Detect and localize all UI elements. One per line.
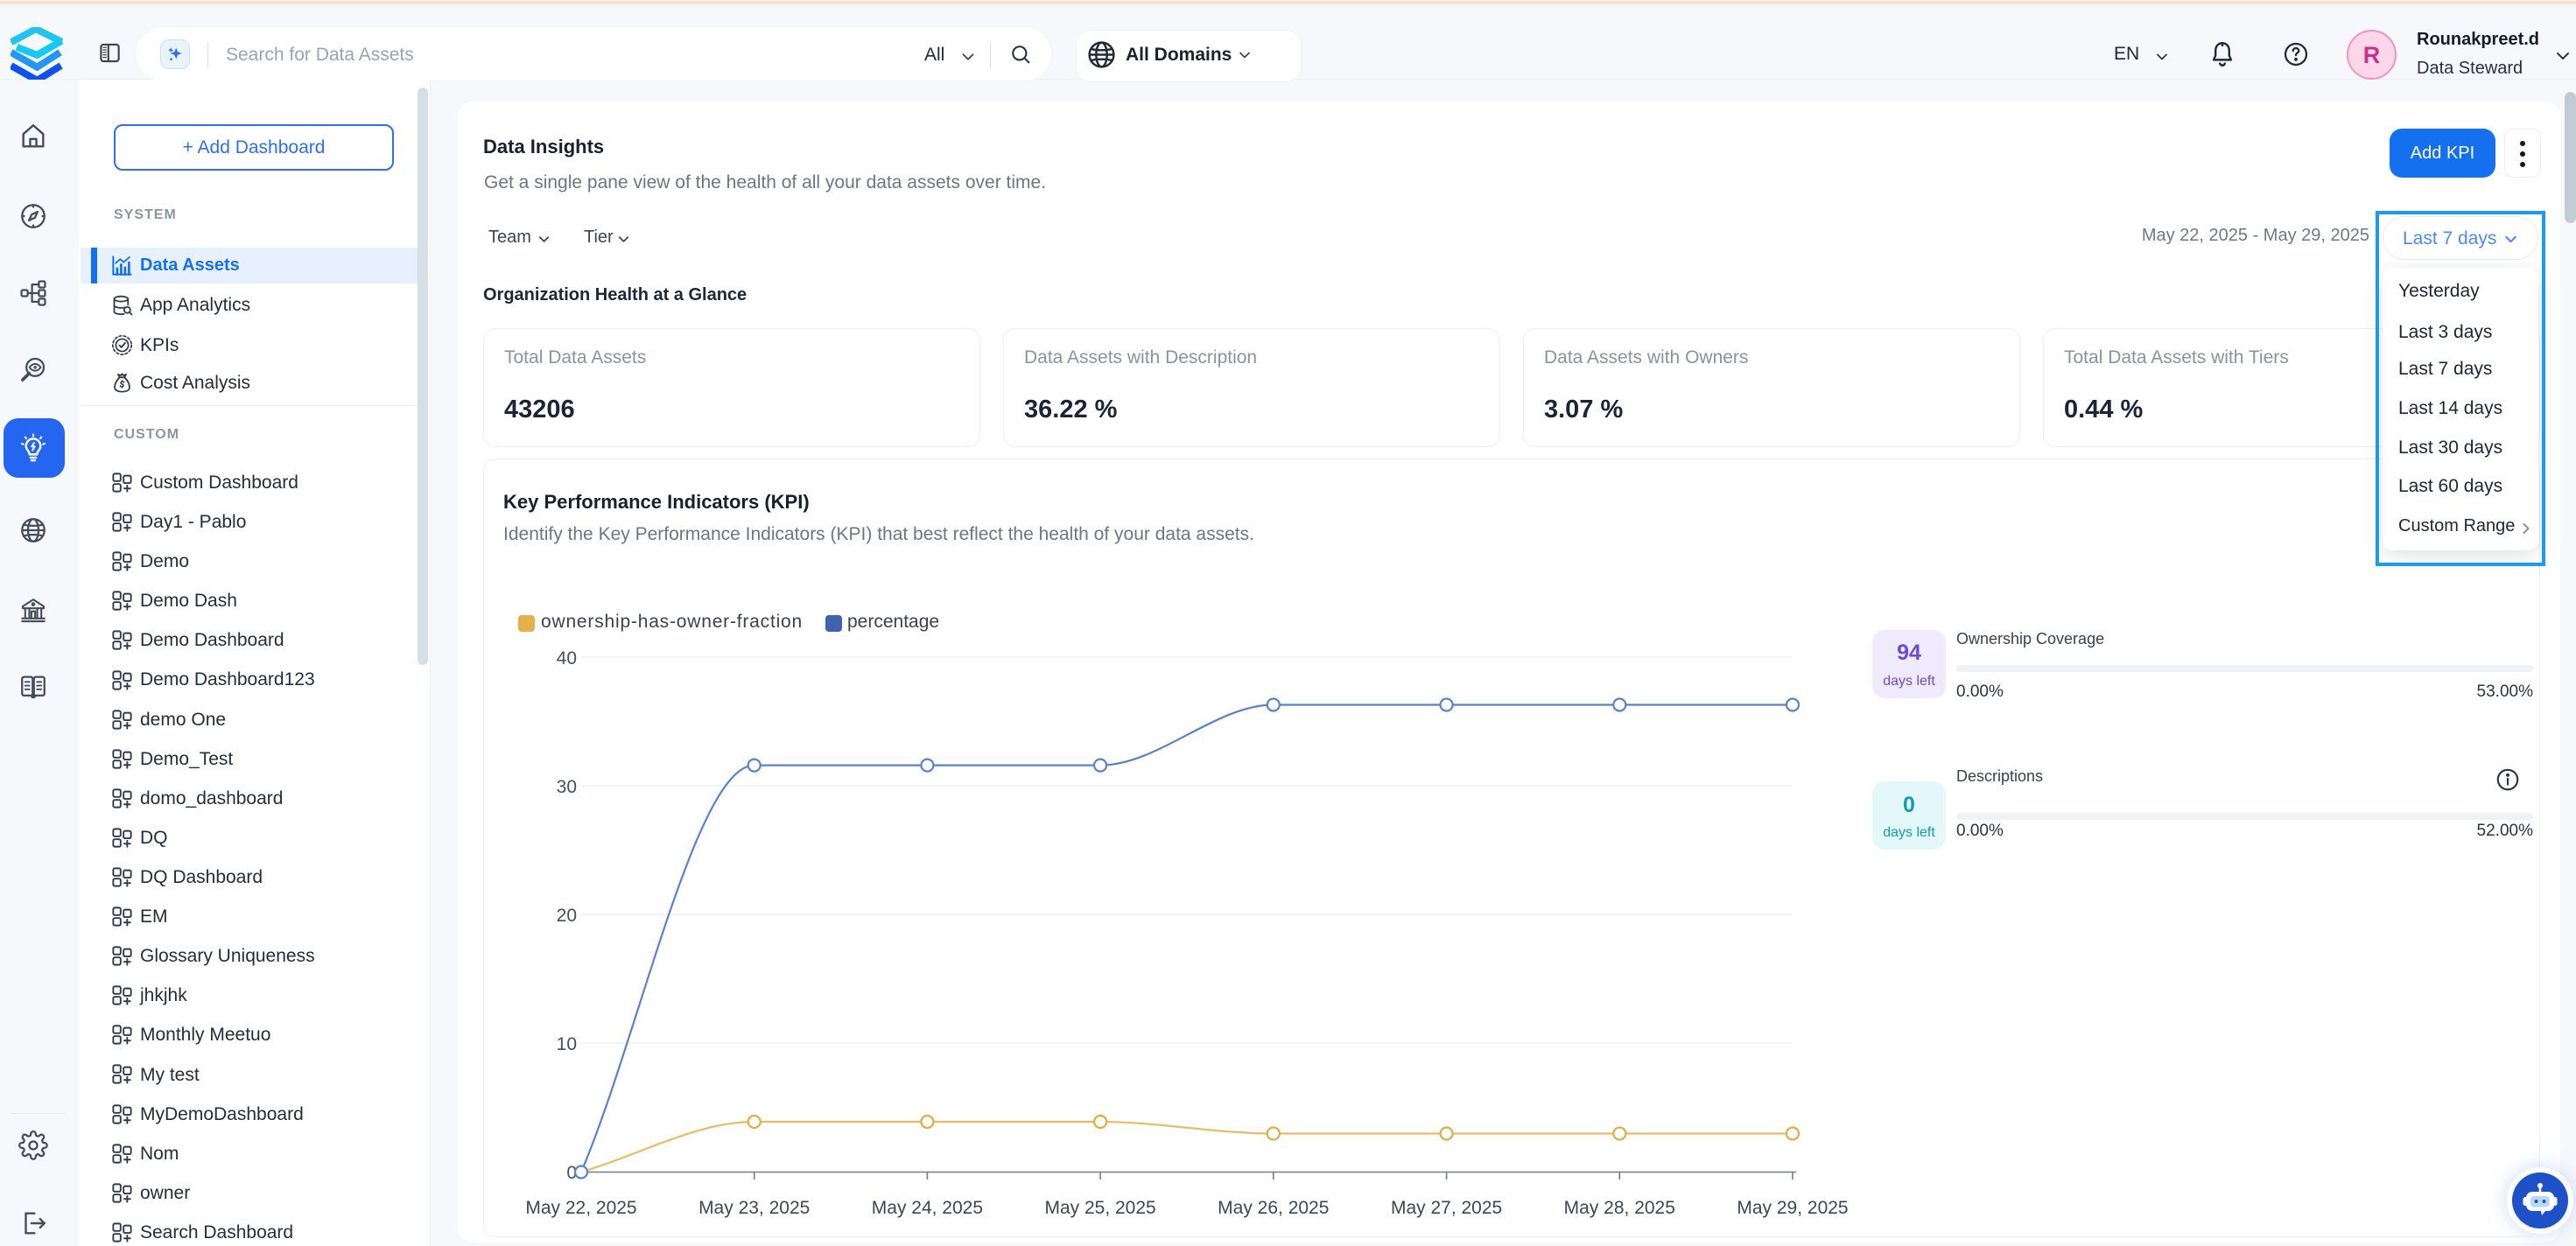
svg-text:May 22, 2025: May 22, 2025 <box>525 1198 636 1218</box>
svg-text:20: 20 <box>557 906 577 926</box>
svg-text:10: 10 <box>557 1034 577 1054</box>
svg-text:May 27, 2025: May 27, 2025 <box>1391 1198 1502 1218</box>
svg-text:40: 40 <box>557 648 577 668</box>
svg-text:May 23, 2025: May 23, 2025 <box>698 1198 810 1218</box>
svg-text:May 28, 2025: May 28, 2025 <box>1564 1198 1675 1218</box>
svg-text:May 26, 2025: May 26, 2025 <box>1218 1198 1329 1218</box>
svg-text:May 29, 2025: May 29, 2025 <box>1737 1198 1848 1218</box>
svg-text:May 24, 2025: May 24, 2025 <box>872 1198 983 1218</box>
svg-text:30: 30 <box>557 777 577 797</box>
svg-text:May 25, 2025: May 25, 2025 <box>1044 1198 1155 1218</box>
